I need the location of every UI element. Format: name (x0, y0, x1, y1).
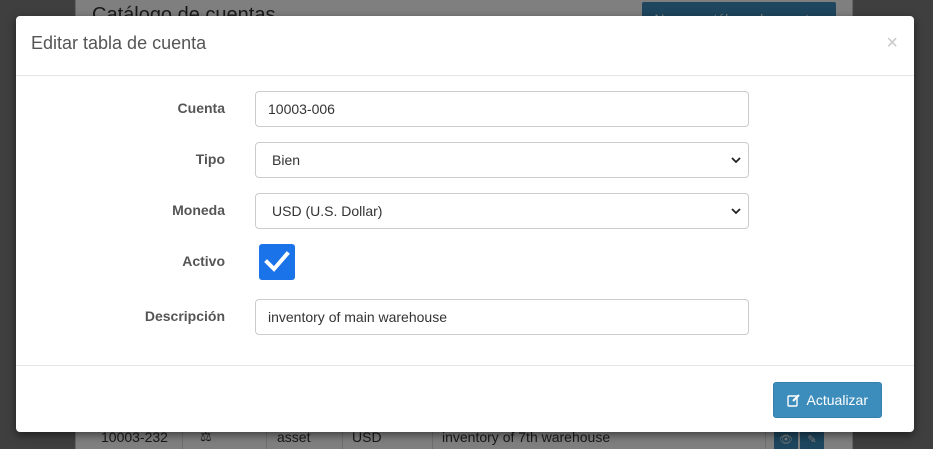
tipo-row: Tipo Bien (16, 142, 914, 178)
modal-body: Cuenta Tipo Bien Moneda USD (U.S. Dollar… (16, 76, 914, 365)
update-button[interactable]: Actualizar (772, 382, 882, 418)
activo-checkbox[interactable] (259, 244, 295, 280)
cuenta-label: Cuenta (177, 100, 225, 116)
moneda-select-value: USD (U.S. Dollar) (272, 203, 383, 219)
cuenta-input[interactable] (255, 91, 749, 127)
checkmark-icon (264, 251, 290, 272)
close-icon[interactable]: × (886, 33, 898, 53)
moneda-select[interactable]: USD (U.S. Dollar) (255, 193, 749, 229)
tipo-select[interactable]: Bien (255, 142, 749, 178)
edit-account-modal: Editar tabla de cuenta × Cuenta Tipo Bie… (16, 16, 914, 432)
activo-label: Activo (182, 253, 225, 269)
tipo-select-value: Bien (272, 152, 301, 168)
modal-footer: Actualizar (16, 365, 914, 432)
cuenta-row: Cuenta (16, 91, 914, 127)
descripcion-row: Descripción (16, 299, 914, 335)
chevron-down-icon (731, 157, 741, 164)
moneda-row: Moneda USD (U.S. Dollar) (16, 193, 914, 229)
update-button-label: Actualizar (806, 392, 868, 408)
tipo-label: Tipo (195, 151, 225, 167)
modal-title: Editar tabla de cuenta (31, 33, 207, 53)
chevron-down-icon (731, 208, 741, 215)
moneda-label: Moneda (172, 202, 225, 218)
descripcion-label: Descripción (144, 308, 225, 324)
activo-row: Activo (16, 244, 914, 280)
edit-icon (786, 394, 800, 407)
descripcion-input[interactable] (255, 299, 749, 335)
modal-header: Editar tabla de cuenta × (16, 16, 914, 76)
